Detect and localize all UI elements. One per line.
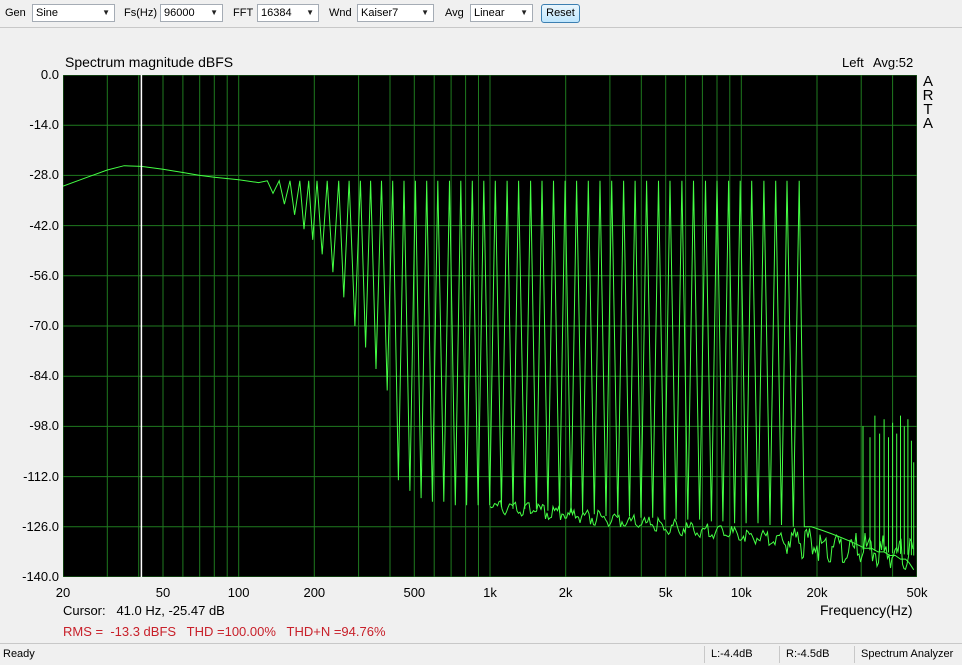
fft-label: FFT bbox=[233, 7, 254, 19]
avg-count-label: Avg:52 bbox=[873, 55, 914, 70]
chevron-down-icon: ▼ bbox=[102, 8, 110, 17]
status-divider bbox=[704, 646, 705, 663]
spectrum-chart[interactable] bbox=[63, 75, 917, 577]
spectrum-plot-area: Spectrum magnitude dBFS Left Avg:52 0.0 -… bbox=[0, 28, 962, 642]
gen-select-value: Sine bbox=[36, 7, 59, 19]
right-level: R:-4.5dB bbox=[786, 648, 830, 660]
y-tick-label: -70.0 bbox=[29, 318, 59, 333]
x-axis-label: Frequency(Hz) bbox=[820, 602, 913, 618]
y-tick-label: -28.0 bbox=[29, 167, 59, 183]
y-tick-label: -140.0 bbox=[22, 569, 59, 584]
gen-select[interactable]: Sine ▼ bbox=[32, 4, 115, 22]
chart-title: Spectrum magnitude dBFS bbox=[65, 54, 234, 70]
x-tick-label: 200 bbox=[303, 585, 326, 600]
chevron-down-icon: ▼ bbox=[421, 8, 429, 17]
x-tick-label: 1k bbox=[483, 585, 497, 600]
status-divider bbox=[779, 646, 780, 663]
x-tick-label: 2k bbox=[558, 585, 573, 600]
y-tick-label: -56.0 bbox=[29, 267, 59, 283]
arta-watermark: A R T A bbox=[921, 74, 935, 132]
fs-label: Fs(Hz) bbox=[124, 7, 157, 19]
avg-select-value: Linear bbox=[474, 7, 505, 19]
channel-label: Left bbox=[842, 55, 864, 70]
mode-label: Spectrum Analyzer bbox=[861, 648, 954, 660]
status-bar: Ready L:-4.4dB R:-4.5dB Spectrum Analyze… bbox=[0, 643, 962, 665]
x-tick-label: 5k bbox=[658, 585, 673, 600]
window-select[interactable]: Kaiser7 ▼ bbox=[357, 4, 434, 22]
y-tick-label: -42.0 bbox=[29, 217, 59, 233]
y-tick-label: -126.0 bbox=[22, 518, 59, 534]
status-ready: Ready bbox=[3, 648, 35, 660]
y-tick-label: -14.0 bbox=[29, 117, 59, 133]
x-tick-label: 50k bbox=[906, 585, 928, 600]
y-tick-label: 0.0 bbox=[40, 67, 59, 82]
y-tick-label: -98.0 bbox=[29, 418, 59, 434]
left-level: L:-4.4dB bbox=[711, 648, 753, 660]
stats-readout: RMS = -13.3 dBFS THD =100.00% THD+N =94.… bbox=[63, 624, 386, 639]
fft-select-value: 16384 bbox=[261, 7, 292, 19]
wnd-label: Wnd bbox=[329, 7, 352, 19]
x-tick-label: 50 bbox=[155, 585, 171, 600]
avg-label: Avg bbox=[445, 7, 464, 19]
gen-label: Gen bbox=[5, 7, 26, 19]
x-tick-label: 500 bbox=[403, 585, 426, 600]
reset-button[interactable]: Reset bbox=[541, 4, 580, 23]
fs-select[interactable]: 96000 ▼ bbox=[160, 4, 223, 22]
fs-select-value: 96000 bbox=[164, 7, 195, 19]
chevron-down-icon: ▼ bbox=[306, 8, 314, 17]
x-tick-label: 10k bbox=[730, 585, 752, 600]
y-tick-label: -84.0 bbox=[29, 368, 59, 384]
fft-select[interactable]: 16384 ▼ bbox=[257, 4, 319, 22]
x-tick-label: 20k bbox=[806, 585, 828, 600]
x-tick-label: 100 bbox=[227, 585, 250, 600]
watermark-letter: A bbox=[922, 115, 933, 132]
x-tick-label: 20 bbox=[55, 585, 71, 600]
status-divider bbox=[854, 646, 855, 663]
chevron-down-icon: ▼ bbox=[210, 8, 218, 17]
toolbar: Gen Sine ▼ Fs(Hz) 96000 ▼ FFT 16384 ▼ Wn… bbox=[0, 0, 962, 28]
window-select-value: Kaiser7 bbox=[361, 7, 399, 19]
y-tick-label: -112.0 bbox=[23, 468, 59, 484]
chevron-down-icon: ▼ bbox=[520, 8, 528, 17]
cursor-readout: Cursor: 41.0 Hz, -25.47 dB bbox=[63, 603, 225, 618]
avg-select[interactable]: Linear ▼ bbox=[470, 4, 533, 22]
